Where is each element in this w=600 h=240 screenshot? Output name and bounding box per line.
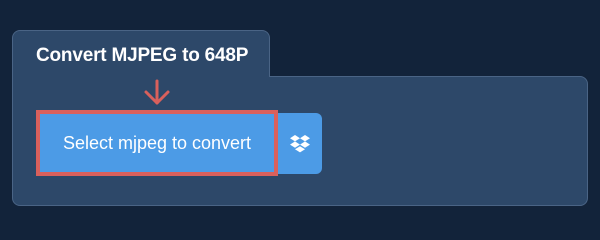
select-file-label: Select mjpeg to convert — [62, 132, 252, 153]
dropbox-icon — [290, 134, 310, 152]
select-file-button[interactable]: Select mjpeg to convert — [36, 110, 278, 176]
converter-title: Convert MJPEG to 648P — [36, 45, 249, 66]
tab-panel-join — [13, 74, 269, 80]
arrow-down-icon — [144, 79, 170, 105]
dropbox-button[interactable] — [278, 113, 322, 174]
